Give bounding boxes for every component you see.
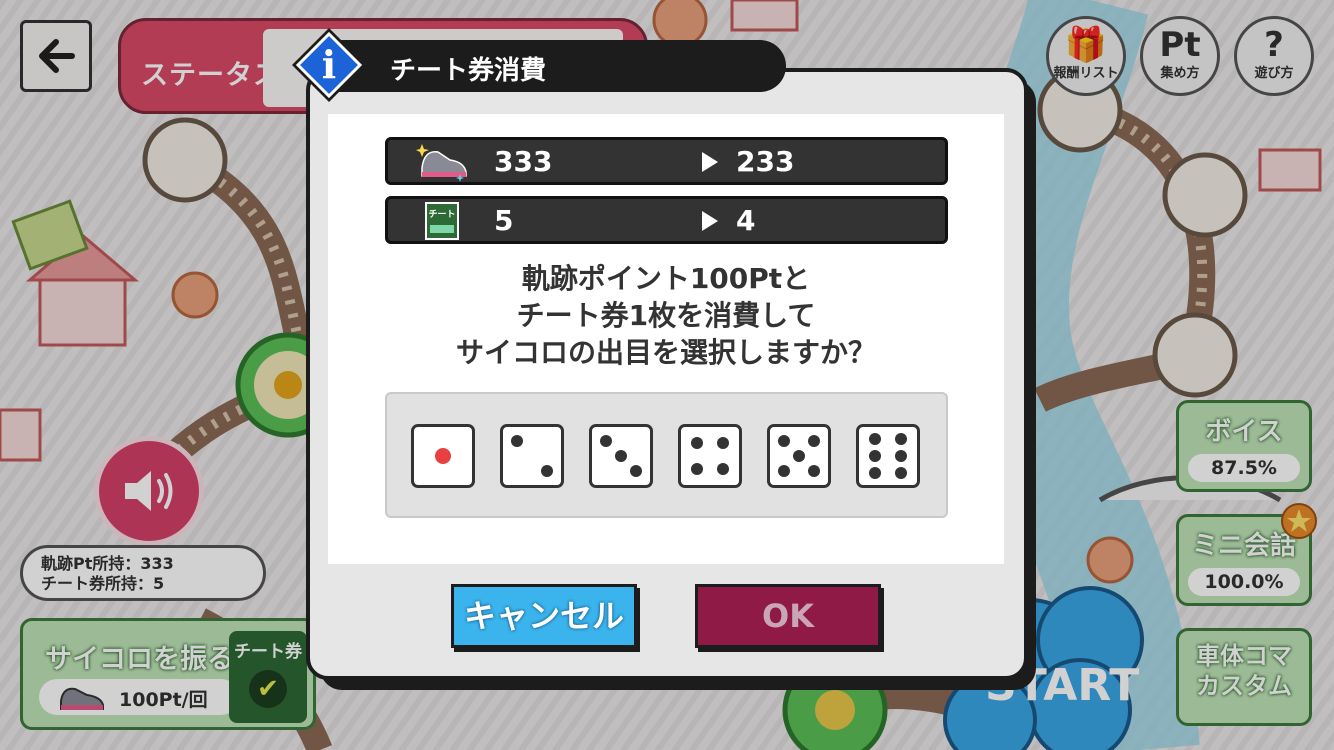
- pip: [869, 433, 881, 445]
- tickets-before: 5: [494, 204, 514, 237]
- arrow-right-icon: [702, 152, 718, 172]
- pip: [895, 450, 907, 462]
- pip: [808, 435, 820, 447]
- info-glyph: i: [322, 42, 336, 87]
- ok-button[interactable]: OK: [695, 584, 881, 648]
- pip: [895, 467, 907, 479]
- die-face-6[interactable]: [856, 424, 920, 488]
- pip: [717, 463, 729, 475]
- tickets-after: 4: [736, 204, 756, 237]
- dialog-title-bar: チート券消費: [330, 40, 786, 92]
- pip: [511, 435, 523, 447]
- dialog-title: チート券消費: [390, 56, 547, 86]
- pip: [793, 450, 805, 462]
- pip: [600, 435, 612, 447]
- pip: [630, 465, 642, 477]
- die-face-4[interactable]: [678, 424, 742, 488]
- pip: [869, 450, 881, 462]
- message-line: サイコロの出目を選択しますか？: [455, 336, 876, 369]
- info-icon: i: [292, 28, 366, 102]
- points-before: 333: [494, 145, 553, 178]
- pip: [895, 433, 907, 445]
- confirm-message: 軌跡ポイント100Ptと チート券1枚を消費して サイコロの出目を選択しますか？: [328, 260, 1004, 371]
- pip: [691, 463, 703, 475]
- pip: [541, 465, 553, 477]
- die-face-5[interactable]: [767, 424, 831, 488]
- sneaker-icon: [416, 144, 467, 182]
- pip: [808, 465, 820, 477]
- pip: [691, 437, 703, 449]
- cheat-ticket-icon-text: チート: [428, 209, 455, 220]
- arrow-right-icon: [702, 211, 718, 231]
- points-after: 233: [736, 145, 795, 178]
- cancel-button[interactable]: キャンセル: [451, 584, 637, 648]
- pip: [717, 437, 729, 449]
- die-face-2[interactable]: [500, 424, 564, 488]
- pip: [869, 467, 881, 479]
- message-line: チート券1枚を消費して: [516, 299, 816, 332]
- message-line: 軌跡ポイント100Ptと: [521, 262, 811, 295]
- pip: [778, 465, 790, 477]
- die-face-3[interactable]: [589, 424, 653, 488]
- pip: [778, 435, 790, 447]
- points-change-row: 333 233: [385, 137, 948, 185]
- dice-selection-area: [385, 392, 948, 518]
- cheat-ticket-icon: チート: [425, 202, 459, 240]
- pip: [615, 450, 627, 462]
- die-face-1[interactable]: [411, 424, 475, 488]
- pip: [435, 448, 451, 464]
- tickets-change-row: チート 5 4: [385, 196, 948, 244]
